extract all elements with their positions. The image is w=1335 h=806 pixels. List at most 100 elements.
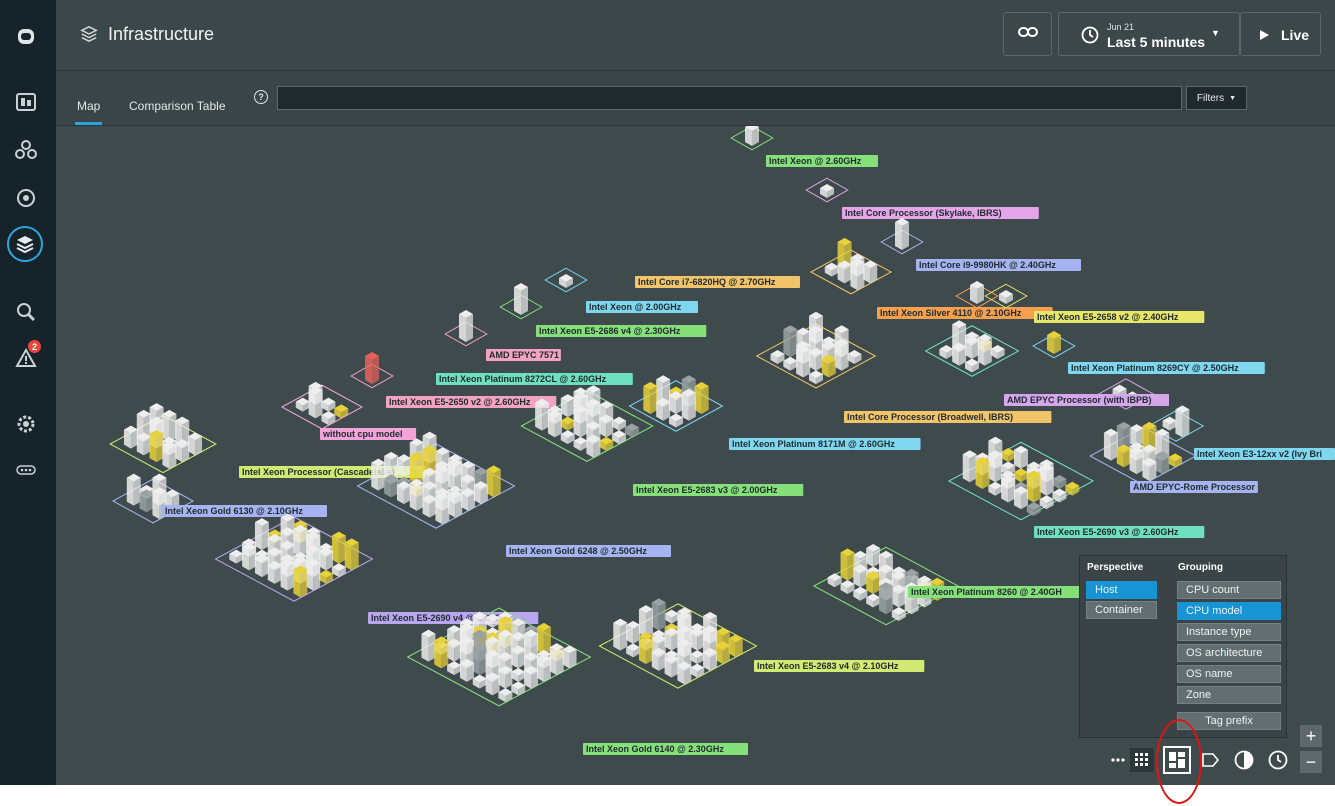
zoom-in-button[interactable]: + [1300,725,1322,747]
host-box[interactable] [280,558,295,591]
host-box[interactable] [126,473,141,506]
host-box[interactable] [809,370,823,385]
host-box[interactable] [840,548,855,581]
host-box[interactable] [965,358,979,373]
host-box[interactable] [821,354,836,378]
host-box[interactable] [664,654,679,678]
group-label[interactable]: Intel Xeon Platinum 8269CY @ 2.50GHz [1068,362,1265,374]
copy-link-button[interactable] [1003,12,1052,56]
host-box[interactable] [573,405,588,438]
host-box[interactable] [1026,502,1041,516]
host-box[interactable] [895,218,909,250]
host-box[interactable] [459,310,473,342]
host-box[interactable] [638,632,653,665]
cpu-group[interactable]: Intel Xeon Gold 6130 @ 2.10GHz [111,473,327,524]
contrast-icon[interactable] [1232,748,1256,772]
host-box[interactable] [371,458,386,491]
host-box[interactable] [1039,463,1054,496]
host-box[interactable] [664,609,679,624]
grouping-os-name[interactable]: OS name [1177,665,1281,683]
host-box[interactable] [139,489,154,513]
host-box[interactable] [988,481,1003,496]
host-box[interactable] [847,350,862,364]
cpu-group[interactable]: without cpu model [280,381,417,440]
host-box[interactable] [656,397,671,421]
host-box[interactable] [409,478,424,511]
host-box[interactable] [331,531,346,564]
host-box[interactable] [559,274,573,288]
host-box[interactable] [365,352,379,384]
time-range-picker[interactable]: Jun 21 Last 5 minutes ▼ [1058,12,1240,56]
host-box[interactable] [690,627,705,651]
host-box[interactable] [669,391,683,414]
host-box[interactable] [254,554,269,578]
host-box[interactable] [396,481,411,505]
host-box[interactable] [293,565,308,598]
perspective-container[interactable]: Container [1086,601,1157,619]
host-box[interactable] [879,582,893,615]
host-box[interactable] [796,345,811,378]
host-box[interactable] [511,667,526,682]
host-box[interactable] [267,560,282,584]
grid-view-icon[interactable] [1130,748,1154,772]
host-box[interactable] [549,643,564,676]
cpu-group[interactable]: Intel Xeon Platinum 8269CY @ 2.50GHz [1032,331,1265,374]
host-box[interactable] [681,388,696,421]
grouping-os-architecture[interactable]: OS architecture [1177,644,1281,662]
cpu-group[interactable]: Intel Xeon Platinum 8260 @ 2.40GH [812,544,1089,626]
group-label[interactable]: Intel Xeon E5-2683 v4 @ 2.10GHz [754,660,925,672]
host-box[interactable] [1014,445,1028,469]
host-box[interactable] [939,345,954,359]
group-label[interactable]: Intel Xeon Platinum 8260 @ 2.40GH [908,586,1089,598]
host-box[interactable] [975,457,990,489]
host-box[interactable] [824,262,839,277]
host-box[interactable] [1014,486,1028,510]
grouping-instance-type[interactable]: Instance type [1177,623,1281,641]
host-box[interactable] [1129,442,1144,475]
cpu-group[interactable]: Intel Xeon Silver 4110 @ 2.10GHz [877,281,1053,319]
group-label[interactable]: Intel Xeon Platinum 8171M @ 2.60GHz [729,438,921,450]
group-label[interactable]: AMD EPYC Processor (with IBPB) [1004,394,1169,406]
host-box[interactable] [229,549,244,564]
tab-comparison-table[interactable]: Comparison Table [129,99,226,113]
host-box[interactable] [850,258,865,291]
host-box[interactable] [573,436,588,451]
host-box[interactable] [396,454,411,478]
host-box[interactable] [485,672,500,696]
host-box[interactable] [988,450,1003,483]
host-box[interactable] [562,645,577,669]
clock-icon[interactable] [1266,748,1290,772]
host-box[interactable] [242,538,257,571]
group-label[interactable]: Intel Xeon E3-12xx v2 (Ivy Bri [1194,448,1335,460]
more-icon[interactable] [12,456,40,484]
host-box[interactable] [840,580,855,594]
host-box[interactable] [1047,331,1061,354]
host-box[interactable] [1014,468,1028,483]
host-box[interactable] [486,465,501,498]
host-box[interactable] [547,405,562,438]
search-input[interactable] [277,86,1182,110]
host-box[interactable] [331,563,346,578]
host-box[interactable] [651,647,666,671]
host-box[interactable] [344,538,359,571]
host-box[interactable] [524,665,539,689]
host-box[interactable] [962,450,977,483]
filters-button[interactable]: Filters ▼ [1186,86,1247,110]
cpu-group[interactable]: Intel Xeon @ 2.60GHz [730,123,878,167]
host-box[interactable] [977,333,992,366]
host-box[interactable] [952,342,967,366]
host-box[interactable] [1162,416,1177,431]
grouping-cpu-count[interactable]: CPU count [1177,581,1281,599]
host-box[interactable] [295,397,310,412]
host-box[interactable] [1103,428,1118,461]
host-box[interactable] [472,643,487,676]
group-label[interactable]: Intel Xeon E5-2650 v2 @ 2.60GHz [386,396,557,408]
host-box[interactable] [745,123,759,146]
group-label[interactable]: Intel Xeon Gold 6248 @ 2.50GHz [506,545,671,557]
host-box[interactable] [1052,488,1067,503]
host-box[interactable] [175,439,190,463]
host-box[interactable] [990,345,1005,359]
host-box[interactable] [783,356,798,371]
grouping-zone[interactable]: Zone [1177,686,1281,704]
host-box[interactable] [498,665,513,689]
